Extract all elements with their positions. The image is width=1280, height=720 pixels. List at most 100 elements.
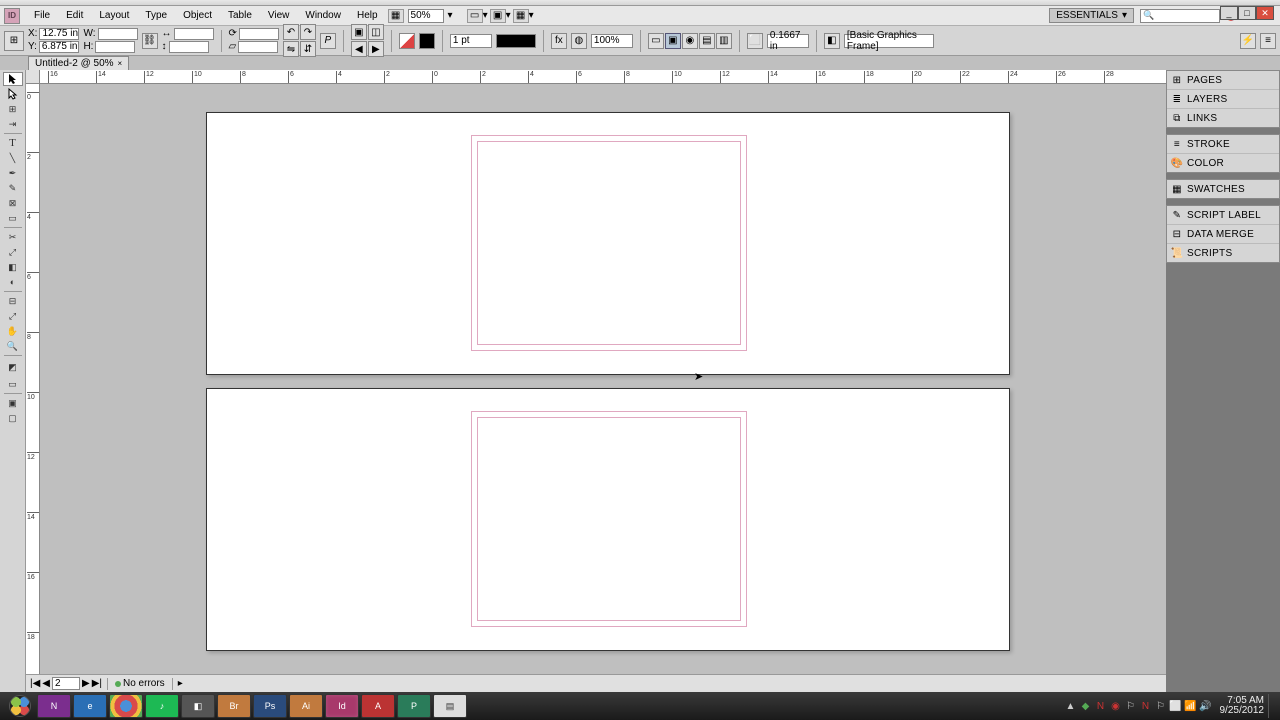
tray-icon[interactable]: ⚐ [1155,700,1167,712]
zoom-dropdown-icon[interactable]: ▾ [448,10,453,21]
selection-tool[interactable] [3,72,23,86]
page-tool[interactable]: ⊞ [3,102,23,116]
menu-file[interactable]: File [26,8,58,23]
menu-view[interactable]: View [260,8,298,23]
panel-pages[interactable]: ⊞PAGES [1167,71,1279,90]
scale-y-input[interactable] [169,41,209,53]
task-illustrator[interactable]: Ai [289,694,323,718]
zoom-level[interactable]: 50% [408,9,444,23]
minimize-button[interactable]: _ [1220,6,1238,20]
select-next-icon[interactable]: ▶ [368,41,384,57]
page-1[interactable] [206,112,1010,375]
fill-swatch[interactable] [399,33,415,49]
effects-icon[interactable]: fx [551,33,567,49]
clear-transform-icon[interactable]: P [320,33,336,49]
clock[interactable]: 7:05 AM 9/25/2012 [1216,696,1269,716]
menu-layout[interactable]: Layout [91,8,137,23]
bridge-icon[interactable]: ▦ [388,9,404,23]
reference-point-icon[interactable]: ⊞ [4,31,24,51]
wrap-none-icon[interactable]: ▭ [648,33,664,49]
panel-layers[interactable]: ≣LAYERS [1167,90,1279,109]
search-input[interactable]: 🔍 [1140,9,1220,23]
h-input[interactable] [95,41,135,53]
task-ie[interactable]: e [73,694,107,718]
task-indesign[interactable]: Id [325,694,359,718]
pasteboard[interactable]: ➤ [40,84,1166,674]
menu-table[interactable]: Table [220,8,260,23]
close-button[interactable]: ✕ [1256,6,1274,20]
start-button[interactable] [4,692,36,720]
preflight-status[interactable]: No errors [113,678,167,689]
x-input[interactable]: 12.75 in [39,28,79,40]
tray-icon[interactable]: N [1095,700,1107,712]
zoom-tool[interactable]: 🔍 [3,339,23,353]
volume-icon[interactable]: 🔊 [1200,700,1212,712]
menu-help[interactable]: Help [349,8,386,23]
w-input[interactable] [98,28,138,40]
ruler-origin[interactable] [26,70,40,84]
stroke-style-select[interactable] [496,34,536,48]
rectangle-tool[interactable]: ▭ [3,211,23,225]
y-input[interactable]: 6.875 in [39,41,79,53]
system-tray[interactable]: ▲ ◆ N ◉ ⚐ N ⚐ ⬜ 📶 🔊 [1065,700,1216,712]
task-publisher[interactable]: P [397,694,431,718]
show-desktop-button[interactable] [1268,694,1276,718]
graphics-frame[interactable] [477,417,741,621]
flip-v-icon[interactable]: ⇵ [300,41,316,57]
chevron-down-icon[interactable]: ▾ [506,10,511,21]
view-options-icon[interactable]: ▭ [467,9,483,23]
gap-tool[interactable]: ⇥ [3,117,23,131]
task-app1[interactable]: ◧ [181,694,215,718]
select-prev-icon[interactable]: ◀ [351,41,367,57]
view-mode-preview[interactable]: ▢ [3,411,23,425]
flip-h-icon[interactable]: ⇋ [283,41,299,57]
menu-edit[interactable]: Edit [58,8,91,23]
panel-swatches[interactable]: ▦SWATCHES [1167,180,1279,198]
tray-icon[interactable]: ⬜ [1170,700,1182,712]
page-2[interactable] [206,388,1010,651]
arrange-icon[interactable]: ▦ [513,9,529,23]
chevron-down-icon[interactable]: ▾ [483,10,488,21]
menu-type[interactable]: Type [137,8,175,23]
network-icon[interactable]: 📶 [1185,700,1197,712]
frame-style-select[interactable]: [Basic Graphics Frame] [844,34,934,48]
prev-page-icon[interactable]: ◀ [42,678,50,689]
task-acrobat[interactable]: A [361,694,395,718]
view-mode-normal[interactable]: ▣ [3,396,23,410]
task-notepad[interactable]: ▤ [433,694,467,718]
panel-links[interactable]: ⧉LINKS [1167,109,1279,127]
task-spotify[interactable]: ♪ [145,694,179,718]
type-tool[interactable]: T [3,136,23,150]
tray-icon[interactable]: ◆ [1080,700,1092,712]
direct-selection-tool[interactable] [3,87,23,101]
tray-icon[interactable]: ▲ [1065,700,1077,712]
note-tool[interactable]: ⊟ [3,294,23,308]
document-tab[interactable]: Untitled-2 @ 50% × [28,56,129,70]
quick-apply-icon[interactable]: ⚡ [1240,33,1256,49]
opacity-input[interactable]: 100% [591,34,633,48]
apply-color-icon[interactable]: ▭ [3,377,23,391]
scissors-tool[interactable]: ✂ [3,230,23,244]
maximize-button[interactable]: □ [1238,6,1256,20]
rectangle-frame-tool[interactable]: ⊠ [3,196,23,210]
graphics-frame[interactable] [477,141,741,345]
page-number-input[interactable]: 2 [52,677,80,690]
tray-icon[interactable]: ◉ [1110,700,1122,712]
last-page-icon[interactable]: ▶| [92,678,102,689]
tray-icon[interactable]: ⚐ [1125,700,1137,712]
hand-tool[interactable]: ✋ [3,324,23,338]
horizontal-ruler[interactable]: 1614121086420246810121416182022242628 [40,70,1166,84]
menu-object[interactable]: Object [175,8,220,23]
task-photoshop[interactable]: Ps [253,694,287,718]
wrap-jump-icon[interactable]: ▤ [699,33,715,49]
free-transform-tool[interactable]: ⤢ [3,245,23,259]
shear-input[interactable] [238,41,278,53]
line-tool[interactable]: ╲ [3,151,23,165]
drop-shadow-icon[interactable]: ◍ [571,33,587,49]
rotate-input[interactable] [239,28,279,40]
task-bridge[interactable]: Br [217,694,251,718]
select-container-icon[interactable]: ▣ [351,24,367,40]
stroke-weight-input[interactable]: 1 pt [450,34,492,48]
workspace-picker[interactable]: ESSENTIALS▾ [1049,8,1134,23]
rotate-cw-icon[interactable]: ↷ [300,24,316,40]
